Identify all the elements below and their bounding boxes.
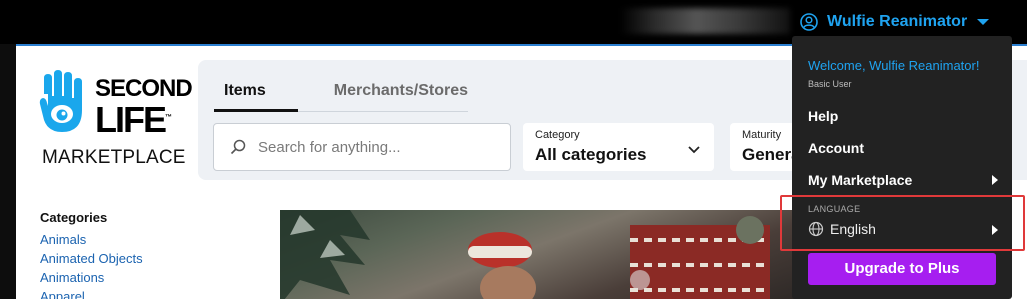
category-link-animated-objects[interactable]: Animated Objects (40, 249, 143, 268)
welcome-text: Welcome, Wulfie Reanimator! (808, 58, 980, 73)
user-icon (800, 13, 818, 31)
category-link-animals[interactable]: Animals (40, 230, 143, 249)
search-icon (230, 139, 246, 155)
category-link-apparel[interactable]: Apparel (40, 287, 143, 299)
chevron-down-icon (688, 146, 700, 154)
maturity-select-label: Maturity (742, 129, 782, 141)
language-highlight-box (780, 195, 1025, 251)
blurred-region (620, 8, 790, 34)
search-field[interactable] (213, 123, 511, 171)
second-life-marketplace-logo[interactable]: SECOND LIFE™ MARKETPLACE (38, 68, 193, 178)
category-link-animations[interactable]: Animations (40, 268, 143, 287)
user-name: Wulfie Reanimator (827, 13, 968, 30)
category-select-value: All categories (535, 145, 647, 164)
logo-marketplace-text: MARKETPLACE (42, 147, 186, 168)
maturity-select[interactable]: Maturity General (730, 123, 800, 171)
menu-item-account[interactable]: Account (808, 140, 998, 156)
chevron-down-icon (977, 19, 990, 25)
categories-sidebar: Categories Animals Animated Objects Anim… (40, 210, 143, 299)
menu-item-my-marketplace[interactable]: My Marketplace (808, 172, 998, 188)
menu-item-help[interactable]: Help (808, 108, 998, 124)
search-tabs: Items Merchants/Stores (214, 78, 468, 112)
user-role: Basic User (808, 79, 852, 89)
categories-heading: Categories (40, 210, 108, 225)
tab-items[interactable]: Items (214, 78, 298, 112)
logo-life: LIFE™ (95, 99, 172, 140)
logo-second: SECOND (95, 75, 193, 102)
tab-merchants-stores[interactable]: Merchants/Stores (318, 78, 468, 112)
hero-banner-image[interactable] (280, 210, 810, 299)
user-dropdown-menu: Welcome, Wulfie Reanimator! Basic User H… (792, 36, 1012, 299)
category-select[interactable]: Category All categories (523, 123, 714, 171)
chevron-right-icon (992, 175, 998, 185)
hand-logo-icon (39, 70, 82, 132)
hero-artwork (280, 210, 770, 299)
logo-wordmark: SECOND LIFE™ (95, 75, 193, 140)
user-menu-button[interactable]: Wulfie Reanimator (800, 8, 990, 36)
upgrade-to-plus-button[interactable]: Upgrade to Plus (808, 253, 996, 285)
search-input[interactable] (258, 138, 488, 156)
category-select-label: Category (535, 129, 580, 141)
